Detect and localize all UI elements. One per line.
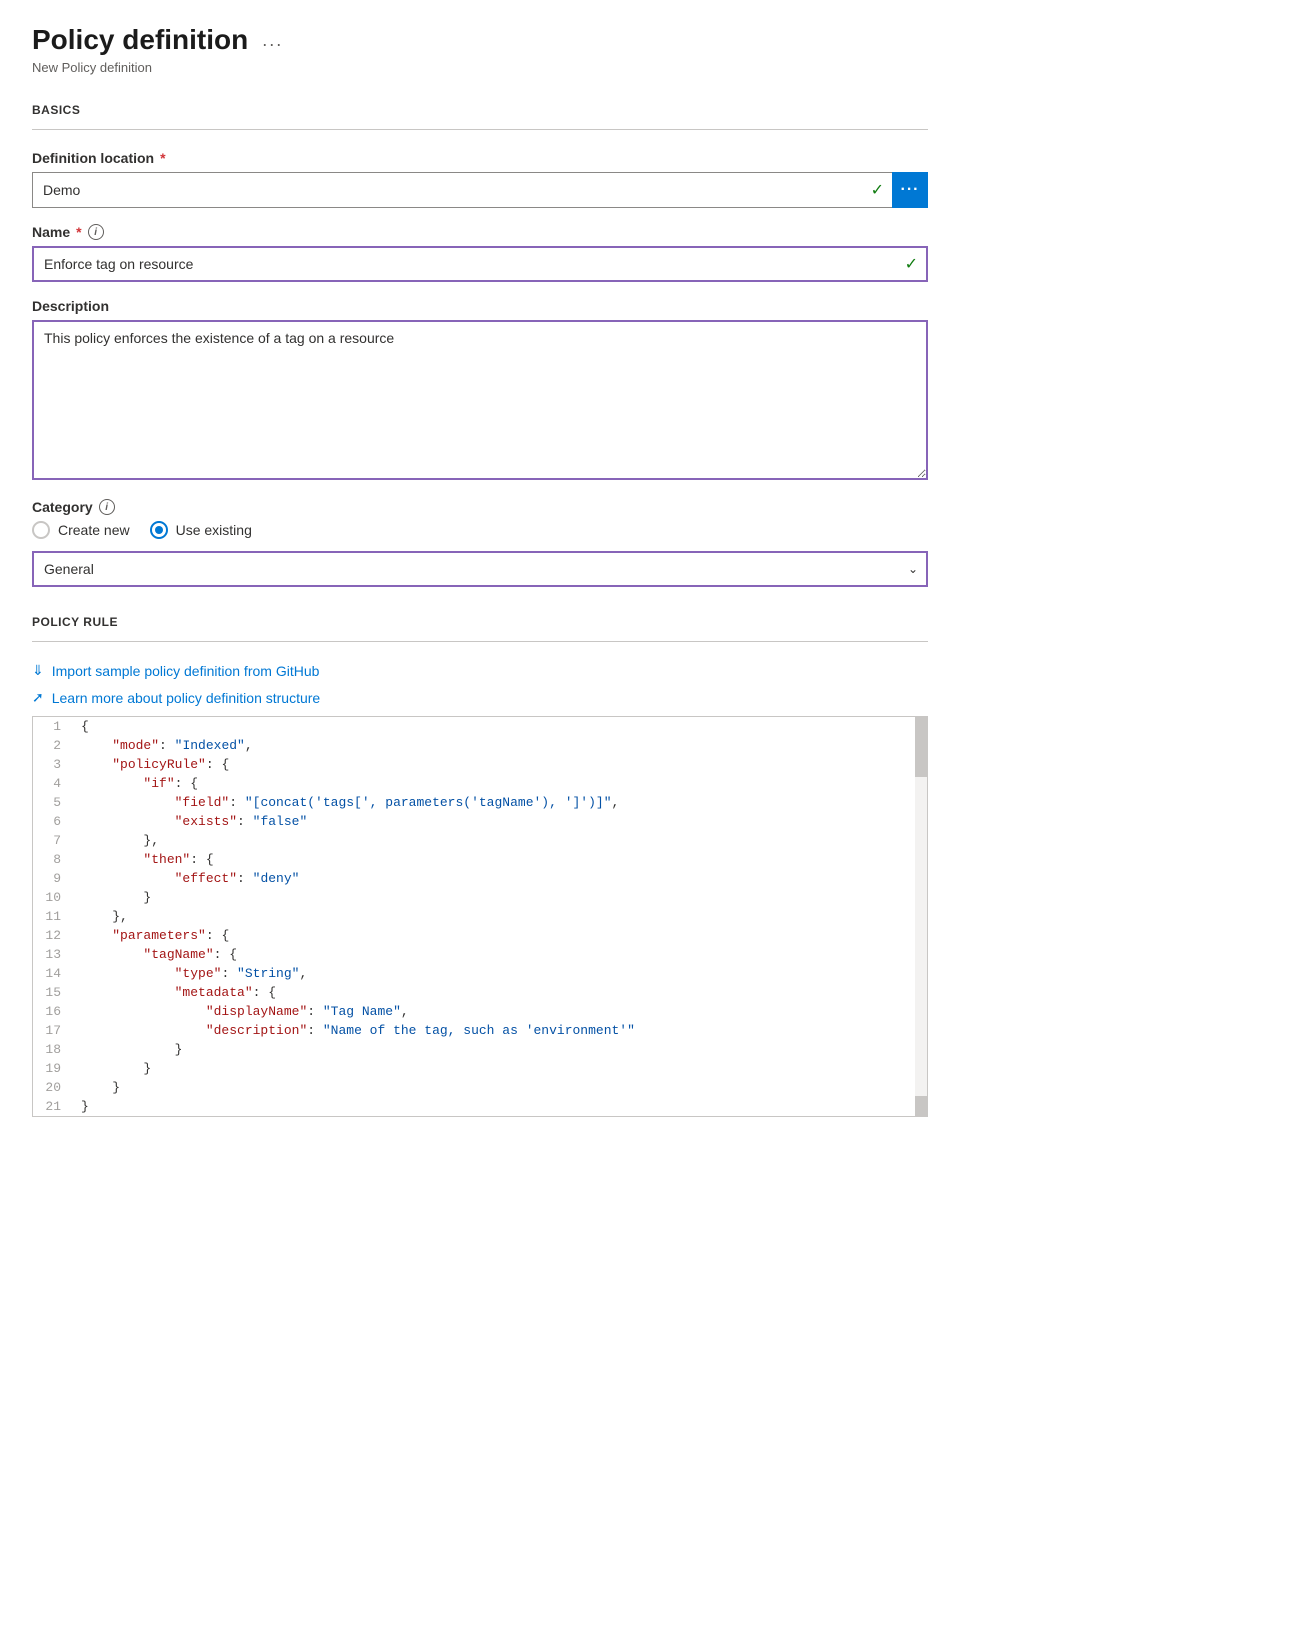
code-line-7: 7 }, [33,831,913,850]
basics-heading: BASICS [32,103,928,117]
learn-more-link[interactable]: ➚ Learn more about policy definition str… [32,689,928,706]
code-line-13: 13 "tagName": { [33,945,913,964]
code-line-9: 9 "effect": "deny" [33,869,913,888]
definition-location-input-wrapper: ✓ ··· [32,172,928,208]
use-existing-radio[interactable] [150,521,168,539]
external-link-icon: ➚ [32,689,44,706]
category-info-icon: i [99,499,115,515]
category-select[interactable]: General Compute Network Storage [32,551,928,587]
code-line-10: 10 } [33,888,913,907]
scrollbar-track[interactable] [915,717,927,1116]
location-browse-button[interactable]: ··· [892,172,928,208]
scrollbar-thumb-bottom[interactable] [915,1096,927,1116]
code-line-4: 4 "if": { [33,774,913,793]
page-subtitle: New Policy definition [32,60,928,75]
use-existing-label: Use existing [176,522,252,538]
category-label: Category i [32,499,928,515]
code-line-21: 21 } [33,1097,913,1116]
description-label: Description [32,298,928,314]
code-line-5: 5 "field": "[concat('tags[', parameters(… [33,793,913,812]
policy-rule-divider [32,641,928,642]
code-line-18: 18 } [33,1040,913,1059]
description-group: Description This policy enforces the exi… [32,298,928,483]
code-line-14: 14 "type": "String", [33,964,913,983]
scrollbar-thumb-top[interactable] [915,717,927,777]
description-textarea[interactable]: This policy enforces the existence of a … [32,320,928,480]
location-check-icon: ✓ [871,180,884,200]
basics-divider [32,129,928,130]
code-line-12: 12 "parameters": { [33,926,913,945]
create-new-option[interactable]: Create new [32,521,130,539]
definition-location-label: Definition location * [32,150,928,166]
policy-rule-heading: POLICY RULE [32,615,928,629]
download-icon: ⇓ [32,662,44,679]
definition-location-input[interactable] [32,172,928,208]
required-star-name: * [76,224,81,240]
code-line-20: 20 } [33,1078,913,1097]
code-line-19: 19 } [33,1059,913,1078]
name-group: Name * i ✓ [32,224,928,282]
code-line-15: 15 "metadata": { [33,983,913,1002]
policy-rule-section: POLICY RULE ⇓ Import sample policy defin… [32,615,928,1117]
required-star-location: * [160,150,165,166]
name-info-icon: i [88,224,104,240]
category-group: Category i Create new Use existing Gener… [32,499,928,587]
create-new-label: Create new [58,522,130,538]
code-line-1: 1 { [33,717,913,736]
category-select-wrapper: General Compute Network Storage ⌄ [32,551,928,587]
name-check-icon: ✓ [905,254,918,274]
code-line-11: 11 }, [33,907,913,926]
ellipsis-button[interactable]: ... [258,28,287,53]
code-line-2: 2 "mode": "Indexed", [33,736,913,755]
page-title: Policy definition [32,24,248,56]
code-line-8: 8 "then": { [33,850,913,869]
create-new-radio[interactable] [32,521,50,539]
code-editor[interactable]: 1 { 2 "mode": "Indexed", 3 "policyRule":… [32,716,928,1117]
page-header: Policy definition ... New Policy definit… [32,24,928,75]
name-input-wrapper: ✓ [32,246,928,282]
code-line-6: 6 "exists": "false" [33,812,913,831]
code-line-17: 17 "description": "Name of the tag, such… [33,1021,913,1040]
name-label: Name * i [32,224,928,240]
code-content: 1 { 2 "mode": "Indexed", 3 "policyRule":… [33,717,913,1116]
use-existing-option[interactable]: Use existing [150,521,252,539]
definition-location-group: Definition location * ✓ ··· [32,150,928,208]
import-github-link[interactable]: ⇓ Import sample policy definition from G… [32,662,928,679]
name-input[interactable] [32,246,928,282]
category-radio-group: Create new Use existing [32,521,928,539]
code-line-3: 3 "policyRule": { [33,755,913,774]
code-line-16: 16 "displayName": "Tag Name", [33,1002,913,1021]
